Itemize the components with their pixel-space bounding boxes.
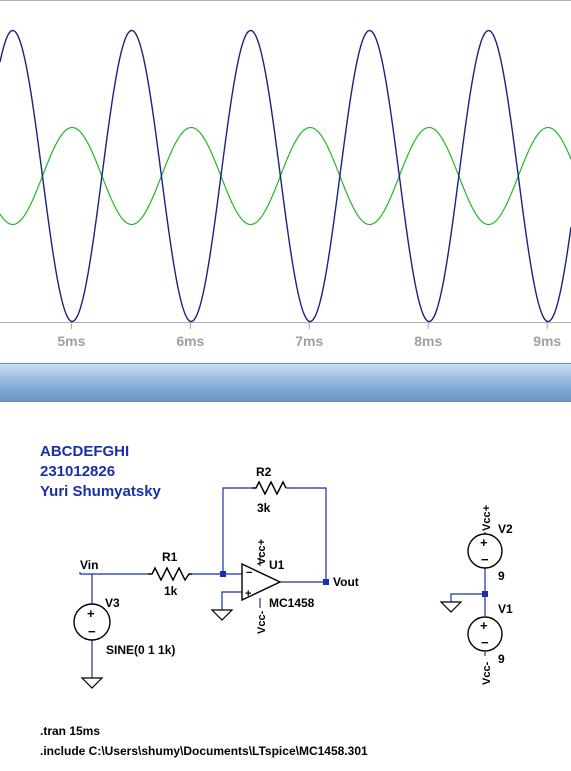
ground-icon <box>80 677 104 689</box>
vout-net-label: Vout <box>333 575 359 589</box>
opamp-minus-sign: − <box>246 567 252 579</box>
x-tick-label: 5ms <box>57 333 85 349</box>
v3-value-label: SINE(0 1 1k) <box>106 643 175 657</box>
resistor-r2-symbol <box>252 480 287 496</box>
divider-edge-top <box>0 363 571 364</box>
r2-name-label: R2 <box>256 465 272 479</box>
v3-minus-sign: − <box>88 624 96 639</box>
r1-value-label: 1k <box>164 584 178 598</box>
r1-name-label: R1 <box>162 550 178 564</box>
vin-net-label: Vin <box>80 558 98 572</box>
v3-name-label: V3 <box>105 596 120 610</box>
x-axis-ticks: 5ms 6ms 7ms 8ms 9ms <box>57 322 561 349</box>
x-tick-label: 7ms <box>295 333 323 349</box>
caption-line-2: 231012826 <box>40 463 116 480</box>
v1-minus-sign: − <box>481 635 489 650</box>
v1-name-label: V1 <box>498 602 513 616</box>
include-directive[interactable]: .include C:\Users\shumy\Documents\LTspic… <box>40 744 368 758</box>
waveform-plot[interactable]: 5ms 6ms 7ms 8ms 9ms <box>0 0 571 352</box>
junction-inverting <box>220 571 226 577</box>
wire-noninv-ground <box>221 591 242 610</box>
v2-plus-sign: + <box>480 535 488 550</box>
opamp-plus-sign: + <box>245 588 251 600</box>
v2-value-label: 9 <box>498 569 505 583</box>
wire-supply-ground <box>450 593 485 602</box>
x-tick-label: 8ms <box>414 333 442 349</box>
pane-divider[interactable] <box>0 352 571 402</box>
resistor-r1-symbol <box>148 566 192 582</box>
junction-supply-mid <box>482 591 488 597</box>
v2-name-label: V2 <box>498 522 513 536</box>
tran-directive[interactable]: .tran 15ms <box>40 724 100 738</box>
v1-plus-sign: + <box>480 618 488 633</box>
caption-line-3: Yuri Shumyatsky <box>40 483 161 500</box>
wire-r2-right <box>286 487 327 582</box>
ground-icon <box>439 601 463 613</box>
trace-vout[interactable] <box>0 29 571 323</box>
wire-r2-left <box>222 487 252 574</box>
junction-output <box>323 579 329 585</box>
v1-vcc-neg-label: Vcc- <box>481 661 493 685</box>
v2-vcc-pos-label: Vcc+ <box>481 505 493 531</box>
r2-value-label: 3k <box>257 501 271 515</box>
ground-icon <box>210 609 234 621</box>
schematic-pane[interactable]: ABCDEFGHI 231012826 Yuri Shumyatsky R2 3… <box>0 402 571 766</box>
u1-name-label: U1 <box>269 558 285 572</box>
v2-minus-sign: − <box>481 552 489 567</box>
v3-plus-sign: + <box>87 606 95 621</box>
wire-vin <box>79 572 148 575</box>
voltage-sources <box>73 533 503 652</box>
waveform-plot-pane[interactable]: 5ms 6ms 7ms 8ms 9ms <box>0 0 571 352</box>
x-tick-label: 9ms <box>533 333 561 349</box>
x-tick-label: 6ms <box>176 333 204 349</box>
u1-vcc-pos-label: Vcc+ <box>256 539 268 565</box>
u1-model-label: MC1458 <box>269 596 315 610</box>
u1-vcc-neg-label: Vcc- <box>256 610 268 634</box>
v1-value-label: 9 <box>498 652 505 666</box>
caption-line-1: ABCDEFGHI <box>40 443 130 460</box>
